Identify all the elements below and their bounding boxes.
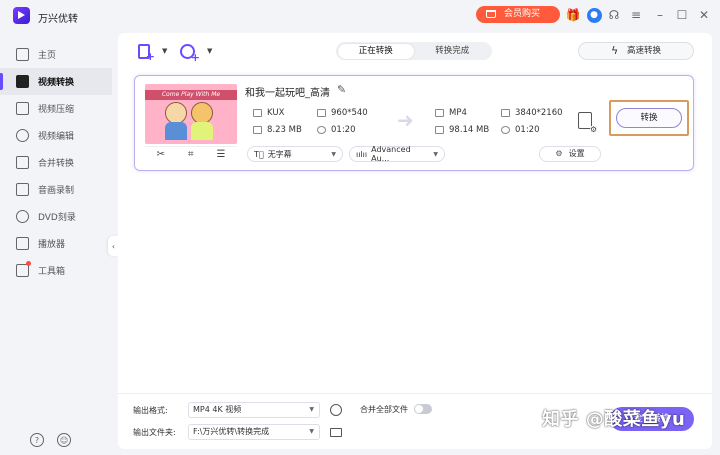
source-duration: 01:20 xyxy=(317,125,356,135)
resolution-icon xyxy=(317,109,326,117)
subtitle-icon: T⃓ xyxy=(254,150,264,159)
chevron-down-icon: ▼ xyxy=(207,47,212,55)
app-name: 万兴优转 xyxy=(38,10,78,25)
audio-dropdown[interactable]: ıılıı Advanced Au... ▼ xyxy=(349,146,445,162)
resolution-icon xyxy=(501,109,510,117)
sidebar-item-home[interactable]: 主页 xyxy=(0,41,112,68)
folder-icon xyxy=(253,126,262,134)
lightning-icon: ϟ xyxy=(611,43,618,59)
chevron-down-icon: ▼ xyxy=(162,47,167,55)
source-resolution: 960*540 xyxy=(317,108,368,118)
subtitle-dropdown[interactable]: T⃓ 无字幕 ▼ xyxy=(247,146,343,162)
sidebar-item-player[interactable]: 播放器 xyxy=(0,230,112,257)
scissors-icon xyxy=(16,129,29,142)
convert-highlight-box: 转换 xyxy=(609,100,689,136)
scissors-icon[interactable]: ✂ xyxy=(157,149,165,160)
merge-icon xyxy=(16,156,29,169)
convert-icon xyxy=(16,75,29,88)
menu-icon[interactable]: ≡ xyxy=(628,7,644,23)
sidebar-item-edit[interactable]: 视频编辑 xyxy=(0,122,112,149)
gear-icon: ⚙ xyxy=(555,149,562,158)
toolbox-badge-dot xyxy=(26,261,31,266)
effects-icon[interactable]: ☰ xyxy=(217,149,226,160)
watermark: 知乎 @酸菜鱼yu xyxy=(542,405,685,431)
merge-all-toggle[interactable] xyxy=(414,404,432,414)
add-file-button[interactable]: ▼ xyxy=(138,42,167,60)
output-settings-icon[interactable] xyxy=(578,112,592,129)
character-right xyxy=(191,102,213,124)
sidebar-item-dvd[interactable]: DVD刻录 xyxy=(0,203,112,230)
avatar: ● xyxy=(587,8,602,23)
source-size: 8.23 MB xyxy=(253,125,302,135)
add-file-icon xyxy=(138,44,150,59)
settings-button[interactable]: ⚙设置 xyxy=(539,146,601,162)
status-tabs: 正在转换 转换完成 xyxy=(336,42,492,60)
thumbnail-title: Come Play With Me xyxy=(145,90,237,100)
dvd-icon xyxy=(16,210,29,223)
main-panel: ▼ ▼ 正在转换 转换完成 ϟ 高速转换 Come Play With Me ✂… xyxy=(118,33,712,449)
home-icon xyxy=(16,48,29,61)
source-format: KUX xyxy=(253,108,284,118)
sidebar-item-toolbox[interactable]: 工具箱 xyxy=(0,257,112,284)
chevron-down-icon: ▼ xyxy=(331,151,336,158)
target-duration: 01:20 xyxy=(501,125,540,135)
tab-completed[interactable]: 转换完成 xyxy=(414,44,491,59)
target-format: MP4 xyxy=(435,108,467,118)
sidebar: 主页 视频转换 视频压缩 视频编辑 合并转换 音画录制 DVD刻录 播放器 工具… xyxy=(0,33,112,455)
format-icon xyxy=(253,109,262,117)
audio-wave-icon: ıılıı xyxy=(356,150,367,159)
clock-icon xyxy=(317,126,326,134)
file-name: 和我一起玩吧_高清 xyxy=(245,84,330,99)
merge-all-label: 合并全部文件 xyxy=(360,404,408,415)
add-disc-icon xyxy=(180,44,195,59)
maximize-icon[interactable]: ☐ xyxy=(674,7,690,23)
tab-converting[interactable]: 正在转换 xyxy=(338,44,415,59)
close-icon[interactable]: ✕ xyxy=(696,7,712,23)
chevron-down-icon: ▼ xyxy=(433,151,438,158)
format-icon xyxy=(435,109,444,117)
format-settings-icon[interactable] xyxy=(330,404,342,416)
title-bar: 万兴优转 会员购买 🎁 ● ☊ ≡ – ☐ ✕ xyxy=(0,0,720,33)
file-card: Come Play With Me ✂ ⌗ ☰ 和我一起玩吧_高清 ✎ KUX … xyxy=(134,75,694,171)
rename-icon[interactable]: ✎ xyxy=(337,83,346,96)
gift-icon[interactable]: 🎁 xyxy=(565,7,581,23)
convert-button[interactable]: 转换 xyxy=(616,108,682,128)
character-left xyxy=(165,102,187,124)
clock-icon xyxy=(501,126,510,134)
cart-icon xyxy=(486,10,496,18)
chevron-down-icon: ▼ xyxy=(309,425,314,439)
minimize-icon[interactable]: – xyxy=(652,7,668,23)
open-folder-icon[interactable] xyxy=(330,428,342,437)
crop-icon[interactable]: ⌗ xyxy=(188,149,194,160)
output-format-label: 输出格式: xyxy=(133,405,168,416)
sidebar-item-compress[interactable]: 视频压缩 xyxy=(0,95,112,122)
compress-icon xyxy=(16,102,29,115)
target-size: 98.14 MB xyxy=(435,125,489,135)
output-format-select[interactable]: MP4 4K 视频 ▼ xyxy=(188,402,320,418)
sidebar-item-merge[interactable]: 合并转换 xyxy=(0,149,112,176)
chevron-down-icon: ▼ xyxy=(309,403,314,417)
video-thumbnail[interactable]: Come Play With Me xyxy=(145,84,237,144)
feedback-icon[interactable]: ☺ xyxy=(57,433,71,447)
target-resolution: 3840*2160 xyxy=(501,108,563,118)
headset-icon[interactable]: ☊ xyxy=(606,7,622,23)
output-folder-select[interactable]: F:\万兴优转\转换完成 ▼ xyxy=(188,424,320,440)
character-left-body xyxy=(165,122,187,140)
vip-label: 会员购买 xyxy=(504,9,540,19)
help-icon[interactable]: ? xyxy=(30,433,44,447)
play-icon xyxy=(16,237,29,250)
app-logo xyxy=(13,7,30,24)
vip-purchase-button[interactable]: 会员购买 xyxy=(476,6,560,23)
thumbnail-tools: ✂ ⌗ ☰ xyxy=(145,146,237,162)
arrow-right-icon: ➜ xyxy=(397,108,414,132)
output-folder-label: 输出文件夹: xyxy=(133,427,176,438)
high-speed-convert-button[interactable]: ϟ 高速转换 xyxy=(578,42,694,60)
add-disc-button[interactable]: ▼ xyxy=(180,42,212,60)
sidebar-item-video-convert[interactable]: 视频转换 xyxy=(0,68,112,95)
record-icon xyxy=(16,183,29,196)
user-icon[interactable]: ● xyxy=(586,7,602,23)
character-right-body xyxy=(191,122,213,140)
folder-icon xyxy=(435,126,444,134)
sidebar-item-record[interactable]: 音画录制 xyxy=(0,176,112,203)
